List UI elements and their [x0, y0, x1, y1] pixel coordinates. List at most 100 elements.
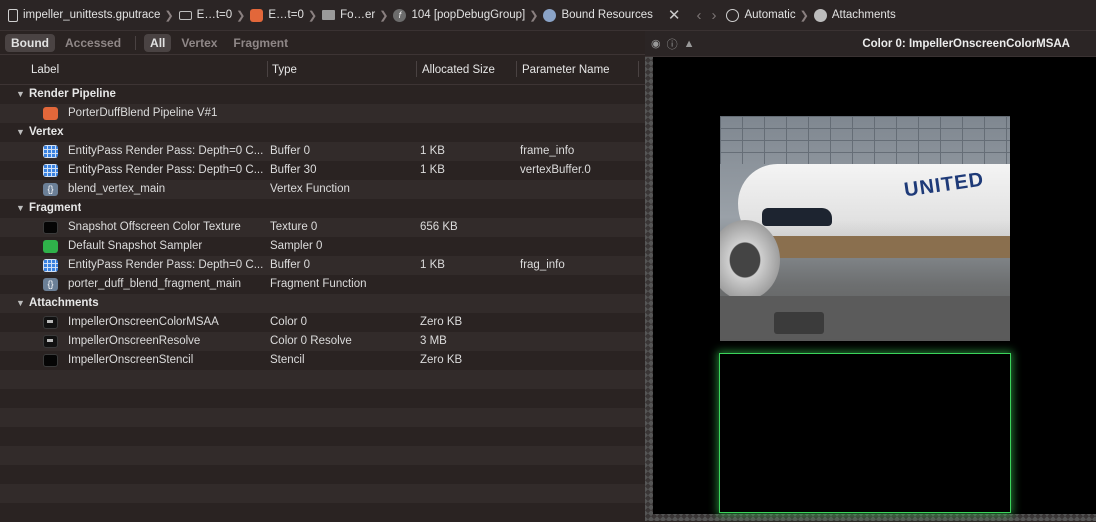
automatic-button[interactable]: Automatic	[726, 8, 796, 22]
column-header-type[interactable]: Type	[272, 64, 297, 76]
table-row[interactable]: EntityPass Render Pass: Depth=0 C... Buff…	[0, 142, 645, 161]
airplane-belly	[750, 236, 1010, 258]
table-row[interactable]: {} porter_duff_blend_fragment_main Fragmen…	[0, 275, 645, 294]
group-header[interactable]: ▼ Vertex	[0, 123, 645, 142]
cell-type: Buffer 30	[270, 164, 317, 176]
back-forward-icon[interactable]: ‹›	[696, 7, 726, 24]
breadcrumb-label: E…t=0	[196, 9, 233, 21]
cell-label: ImpellerOnscreenResolve	[68, 335, 201, 347]
breadcrumb-item-bound-resources[interactable]: Bound Resources	[543, 8, 653, 22]
texture-icon	[43, 354, 58, 367]
group-label: Fragment	[29, 202, 82, 214]
disclosure-icon[interactable]: ▼	[16, 85, 25, 104]
group-header[interactable]: ▼ Attachments	[0, 294, 645, 313]
cell-type: Buffer 0	[270, 145, 311, 157]
column-divider[interactable]	[516, 61, 517, 77]
filter-accessed[interactable]: Accessed	[59, 34, 127, 52]
disclosure-icon[interactable]: ▼	[16, 123, 25, 142]
cell-label: Snapshot Offscreen Color Texture	[68, 221, 241, 233]
column-divider[interactable]	[416, 61, 417, 77]
airplane-cockpit	[762, 208, 832, 226]
cell-label: blend_vertex_main	[68, 183, 166, 195]
cell-size: Zero KB	[420, 354, 463, 366]
cell-type: Stencil	[270, 354, 305, 366]
tarmac	[720, 296, 1010, 341]
table-row[interactable]: Snapshot Offscreen Color Texture Texture …	[0, 218, 645, 237]
cell-label: ImpellerOnscreenColorMSAA	[68, 316, 219, 328]
table-row[interactable]: EntityPass Render Pass: Depth=0 C... Buff…	[0, 256, 645, 275]
cell-type: Color 0 Resolve	[270, 335, 352, 347]
attachment-surface[interactable]: UNITED	[653, 57, 1096, 514]
disclosure-icon[interactable]: ▼	[16, 294, 25, 313]
function-braces-icon: {}	[43, 183, 58, 196]
attachment-image[interactable]: UNITED	[720, 116, 1010, 341]
empty-row	[0, 427, 645, 446]
cube-icon	[543, 8, 557, 22]
breadcrumb-item-folder[interactable]: Fo…er	[322, 9, 375, 21]
column-divider[interactable]	[267, 61, 268, 77]
breadcrumb-item-encoder[interactable]: E…t=0	[178, 9, 233, 21]
empty-row	[0, 446, 645, 465]
empty-row	[0, 465, 645, 484]
close-icon[interactable]: ✕	[668, 6, 681, 24]
chevron-right-icon: ❯	[236, 9, 246, 22]
cell-label: ImpellerOnscreenStencil	[68, 354, 194, 366]
cell-size: 1 KB	[420, 164, 445, 176]
link-icon	[726, 8, 740, 22]
breadcrumb-label: 104 [popDebugGroup]	[411, 9, 526, 21]
chevron-right-icon: ❯	[799, 9, 809, 22]
function-braces-icon: {}	[43, 278, 58, 291]
column-divider[interactable]	[638, 61, 639, 77]
cell-label: EntityPass Render Pass: Depth=0 C...	[68, 259, 264, 271]
camera-icon[interactable]: ◉	[651, 37, 661, 50]
attachment-viewer: ◉ ⓘ ▲ Color 0: ImpellerOnscreenColorMSAA…	[645, 31, 1096, 521]
breadcrumb-label: Bound Resources	[561, 9, 653, 21]
empty-row	[0, 484, 645, 503]
warning-icon[interactable]: ▲	[684, 38, 695, 50]
filter-vertex[interactable]: Vertex	[175, 34, 223, 52]
cell-type: Sampler 0	[270, 240, 323, 252]
selected-region-frame[interactable]	[719, 353, 1011, 513]
buffer-icon	[43, 164, 58, 177]
group-header[interactable]: ▼ Fragment	[0, 199, 645, 218]
table-row[interactable]: ImpellerOnscreenStencil Stencil Zero KB	[0, 351, 645, 370]
table-row[interactable]: ImpellerOnscreenResolve Color 0 Resolve 3 …	[0, 332, 645, 351]
chevron-right-icon: ❯	[164, 9, 174, 22]
cell-label: Default Snapshot Sampler	[68, 240, 203, 252]
table-row[interactable]: ImpellerOnscreenColorMSAA Color 0 Zero KB	[0, 313, 645, 332]
breadcrumb-item-pass[interactable]: E…t=0	[250, 8, 304, 22]
filter-bound[interactable]: Bound	[5, 33, 55, 52]
table-row[interactable]: PorterDuffBlend Pipeline V#1	[0, 104, 645, 123]
column-header-param[interactable]: Parameter Name	[522, 64, 610, 76]
attachments-button[interactable]: Attachments	[813, 8, 896, 22]
terminal-windows	[720, 116, 1010, 164]
tug-vehicle	[774, 312, 824, 334]
chevron-right-icon: ❯	[307, 9, 318, 22]
cell-type: Fragment Function	[270, 278, 367, 290]
column-header-size[interactable]: Allocated Size	[422, 64, 495, 76]
group-header[interactable]: ▼ Render Pipeline	[0, 85, 645, 104]
cell-type: Vertex Function	[270, 183, 350, 195]
cell-label: EntityPass Render Pass: Depth=0 C...	[68, 145, 264, 157]
resource-table: ▼ Render Pipeline PorterDuffBlend Pipeline…	[0, 85, 645, 522]
transparency-canvas: UNITED	[645, 57, 1096, 521]
filter-fragment[interactable]: Fragment	[227, 34, 294, 52]
cell-param: frag_info	[520, 259, 565, 271]
group-label: Render Pipeline	[29, 88, 116, 100]
table-row[interactable]: {} blend_vertex_main Vertex Function	[0, 180, 645, 199]
document-icon	[8, 8, 18, 22]
filter-bar: Bound Accessed All Vertex Fragment	[0, 31, 645, 55]
table-row[interactable]: EntityPass Render Pass: Depth=0 C... Buff…	[0, 161, 645, 180]
cell-size: 656 KB	[420, 221, 458, 233]
column-header-label[interactable]: Label	[31, 64, 59, 76]
buffer-icon	[43, 145, 58, 158]
info-icon[interactable]: ⓘ	[667, 36, 678, 52]
empty-row	[0, 370, 645, 389]
breadcrumb-item-call[interactable]: f 104 [popDebugGroup]	[393, 8, 526, 22]
filter-all[interactable]: All	[144, 33, 172, 52]
breadcrumb-item-trace[interactable]: impeller_unittests.gputrace	[8, 8, 160, 22]
disclosure-icon[interactable]: ▼	[16, 199, 25, 218]
table-row[interactable]: Default Snapshot Sampler Sampler 0	[0, 237, 645, 256]
cell-label: porter_duff_blend_fragment_main	[68, 278, 242, 290]
image-icon	[250, 8, 264, 22]
